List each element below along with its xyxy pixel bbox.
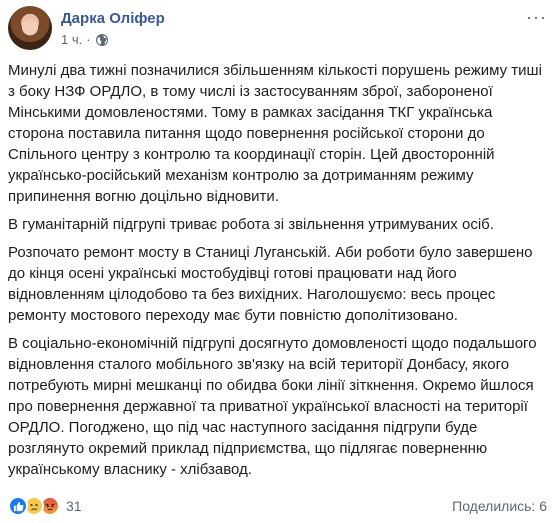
avatar[interactable] (8, 6, 52, 50)
more-options-icon[interactable]: ··· (526, 8, 547, 26)
post-paragraph-1: Минулі два тижні позначилися збільшенням… (8, 62, 542, 205)
meta-separator: · (86, 32, 91, 47)
post-body: Минулі два тижні позначилися збільшенням… (8, 60, 549, 487)
post-meta: 1 ч. · (61, 32, 109, 47)
post-paragraph-4: В соціально-економічній підгрупі досягну… (8, 335, 537, 478)
post-paragraph-2: В гуманітарній підгрупі триває робота зі… (8, 216, 494, 233)
post-paragraph-3: Розпочато ремонт мосту в Станиці Лугансь… (8, 244, 533, 324)
reactions-summary[interactable]: 31 (8, 496, 82, 516)
shares-count[interactable]: Поделились: 6 (452, 498, 547, 514)
globe-icon[interactable] (95, 33, 109, 47)
like-icon (8, 496, 28, 516)
reactions-count[interactable]: 31 (66, 498, 82, 514)
author-name[interactable]: Дарка Оліфер (61, 10, 165, 27)
post-header: Дарка Оліфер 1 ч. · ··· (8, 6, 549, 54)
post-time[interactable]: 1 ч. (61, 32, 82, 47)
post-footer: 31 Поделились: 6 (8, 494, 549, 518)
